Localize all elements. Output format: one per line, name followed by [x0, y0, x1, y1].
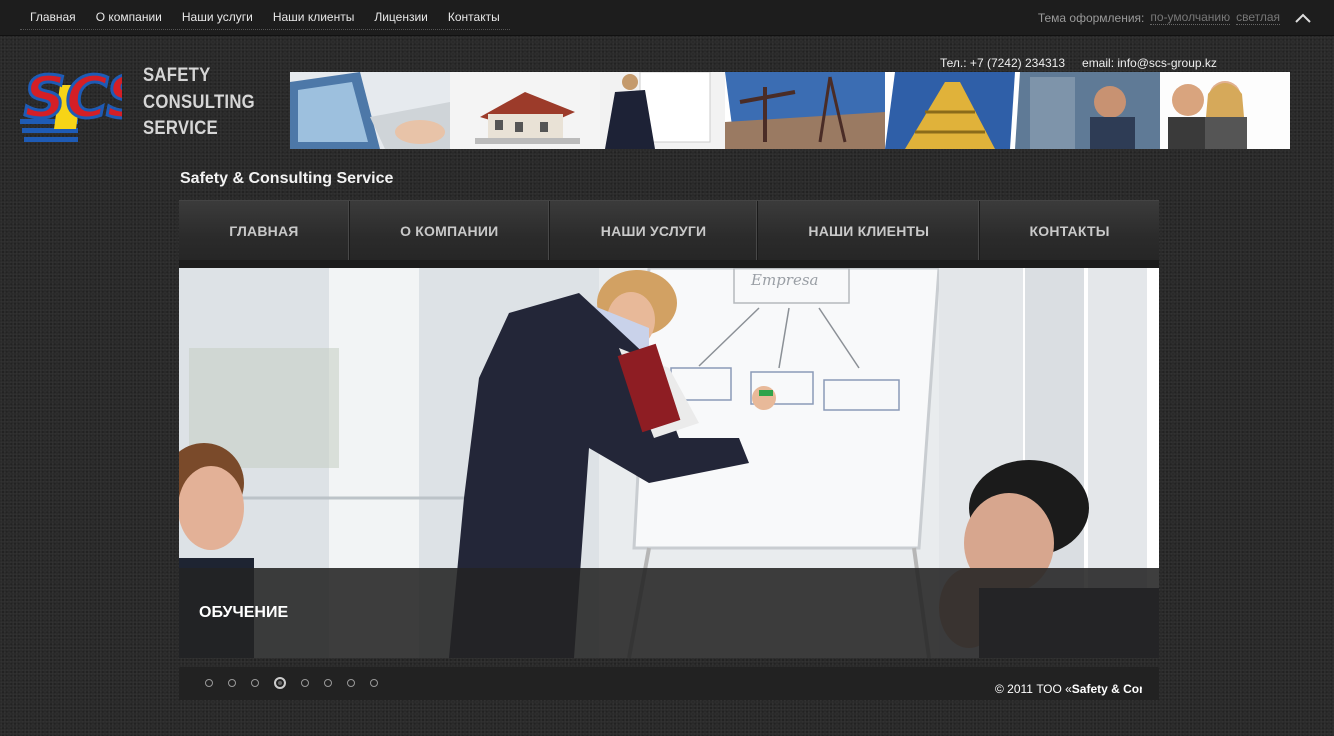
email-text[interactable]: email: info@scs-group.kz	[1082, 56, 1217, 70]
scs-logo-icon[interactable]: SCS	[20, 55, 122, 149]
main-nav-contacts[interactable]: КОНТАКТЫ	[980, 201, 1159, 261]
main-nav-services[interactable]: НАШИ УСЛУГИ	[550, 201, 759, 261]
top-nav-about[interactable]: О компании	[86, 0, 172, 29]
board-text: Empresa	[750, 271, 818, 289]
main-nav-home[interactable]: ГЛАВНАЯ	[179, 201, 350, 261]
slide-caption: ОБУЧЕНИЕ	[179, 568, 1159, 658]
top-nav-licenses[interactable]: Лицензии	[364, 0, 438, 29]
presenter-photo	[600, 72, 725, 149]
logo-line-3: SERVICE	[143, 118, 218, 139]
drilling-rig-photo	[885, 72, 1015, 149]
slider-dot-1[interactable]	[205, 679, 213, 687]
house-photo	[450, 72, 600, 149]
header-banner	[290, 72, 1290, 149]
oil-rigs-photo	[725, 72, 885, 149]
top-nav-clients[interactable]: Наши клиенты	[263, 0, 365, 29]
nav-divider	[179, 260, 1159, 268]
site-title: Safety & Consulting Service	[180, 170, 394, 187]
top-nav-services[interactable]: Наши услуги	[172, 0, 263, 29]
top-nav: Главная О компании Наши услуги Наши клие…	[20, 0, 510, 30]
logo-mark-text: SCS	[24, 63, 122, 131]
main-nav: ГЛАВНАЯ О КОМПАНИИ НАШИ УСЛУГИ НАШИ КЛИЕ…	[179, 200, 1159, 261]
technician-photo	[1015, 72, 1160, 149]
slide-caption-text: ОБУЧЕНИЕ	[199, 604, 289, 621]
slider-dot-2[interactable]	[228, 679, 236, 687]
top-nav-contacts[interactable]: Контакты	[438, 0, 510, 29]
slider-dot-7[interactable]	[347, 679, 355, 687]
slider-dot-3[interactable]	[251, 679, 259, 687]
slider-footer: © 2011 ТОО «Safety & Consulting Service	[179, 667, 1159, 700]
phone-text: Тел.: +7 (7242) 234313	[940, 56, 1066, 70]
slider-dot-6[interactable]	[324, 679, 332, 687]
copyright-prefix: © 2011 ТОО «	[995, 682, 1072, 696]
main-nav-about[interactable]: О КОМПАНИИ	[350, 201, 550, 261]
slider-dot-4[interactable]	[274, 677, 286, 689]
header-contacts: Тел.: +7 (7242) 234313 email: info@scs-g…	[940, 56, 1217, 70]
top-nav-home[interactable]: Главная	[20, 0, 86, 29]
laptop-photo	[290, 72, 450, 149]
theme-option-default[interactable]: по-умолчанию	[1150, 10, 1231, 25]
logo-text: SAFETY CONSULTING SERVICE	[143, 63, 255, 143]
slider-dot-8[interactable]	[370, 679, 378, 687]
image-slider[interactable]: Empresa ОБУЧЕНИЕ	[179, 268, 1159, 658]
copyright-company: Safety & Consulting Service	[1071, 682, 1142, 696]
logo-line-2: CONSULTING	[143, 91, 255, 113]
theme-label: Тема оформления:	[1037, 10, 1145, 25]
top-bar: Главная О компании Наши услуги Наши клие…	[0, 0, 1334, 36]
slider-pagination	[205, 677, 393, 689]
chevron-up-icon[interactable]	[1294, 12, 1312, 24]
copyright-text: © 2011 ТОО «Safety & Consulting Service	[995, 682, 1142, 696]
logo-line-1: SAFETY	[143, 65, 211, 86]
team-photo	[1160, 72, 1290, 149]
theme-switcher: Тема оформления: по-умолчанию светлая	[1038, 0, 1312, 35]
main-nav-clients[interactable]: НАШИ КЛИЕНТЫ	[758, 201, 981, 261]
theme-option-light[interactable]: светлая	[1236, 10, 1280, 25]
slider-dot-5[interactable]	[301, 679, 309, 687]
